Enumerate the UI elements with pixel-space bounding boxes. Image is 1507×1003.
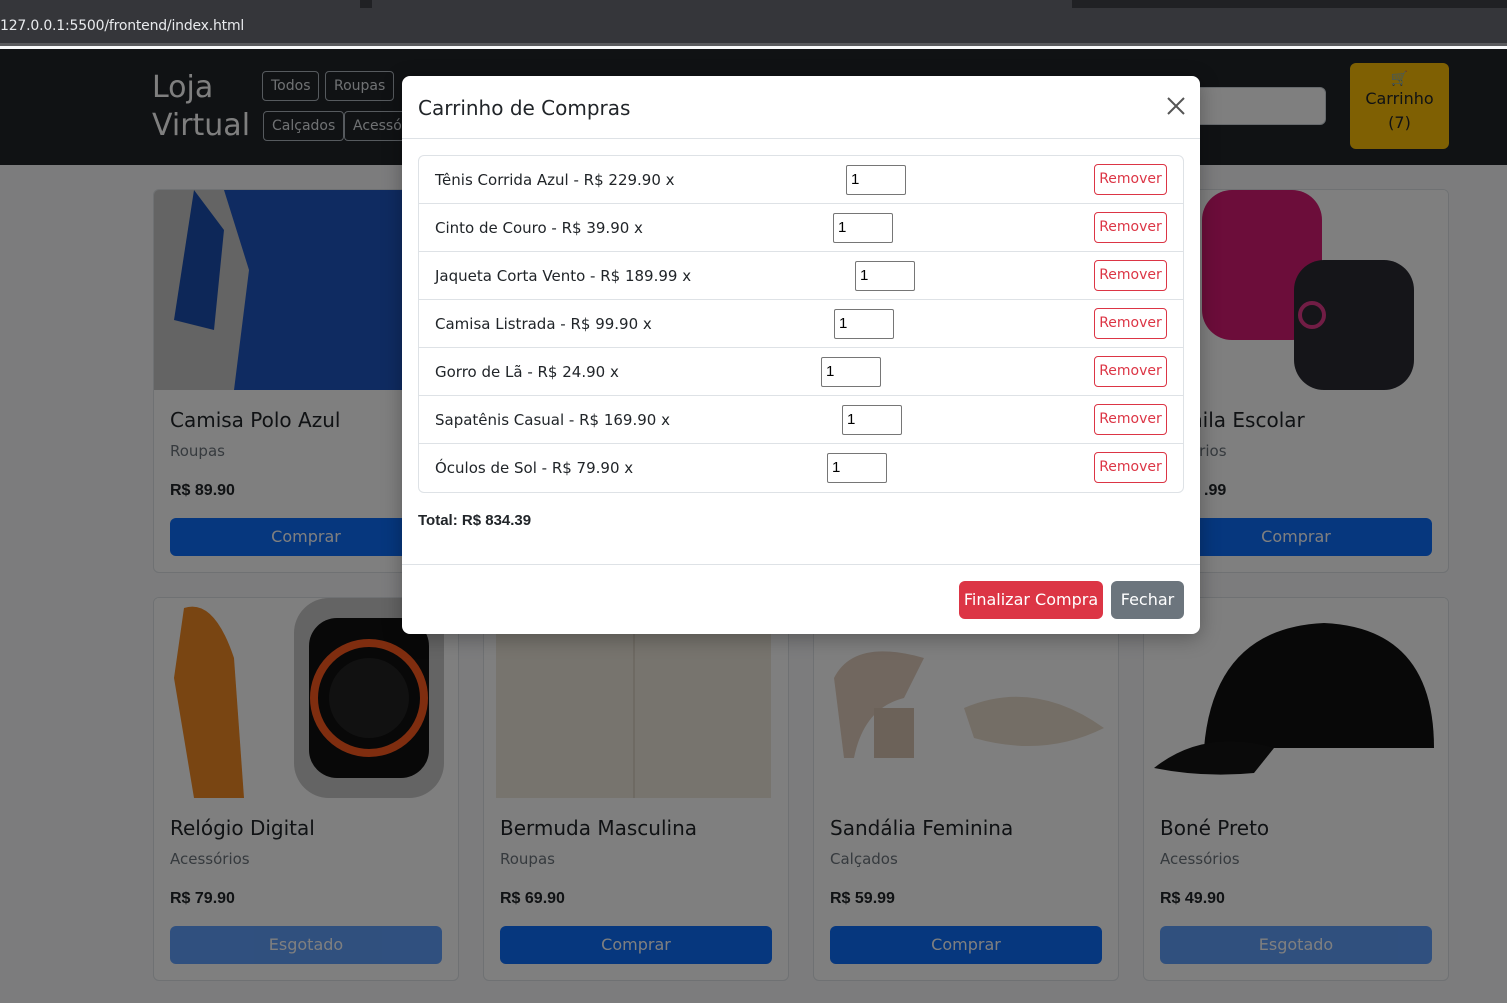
modal-title: Carrinho de Compras	[418, 96, 631, 120]
cart-item: Tênis Corrida Azul - R$ 229.90 x 1 Remov…	[419, 156, 1183, 204]
cart-modal: Carrinho de Compras Tênis Corrida Azul -…	[402, 76, 1200, 634]
quantity-input[interactable]: 1	[833, 213, 893, 243]
cart-item-list: Tênis Corrida Azul - R$ 229.90 x 1 Remov…	[418, 155, 1184, 493]
quantity-input[interactable]: 1	[821, 357, 881, 387]
url-text[interactable]: 127.0.0.1:5500/frontend/index.html	[0, 18, 244, 34]
quantity-input[interactable]: 1	[834, 309, 894, 339]
cart-item-label: Óculos de Sol - R$ 79.90 x	[435, 459, 634, 477]
cart-item-label: Sapatênis Casual - R$ 169.90 x	[435, 411, 670, 429]
cart-total: Total: R$ 834.39	[418, 512, 532, 529]
close-button[interactable]: Fechar	[1111, 581, 1184, 619]
cart-item: Camisa Listrada - R$ 99.90 x 1 Remover	[419, 300, 1183, 348]
checkout-button[interactable]: Finalizar Compra	[959, 581, 1103, 619]
remove-button[interactable]: Remover	[1094, 308, 1167, 339]
address-bar[interactable]: 127.0.0.1:5500/frontend/index.html	[0, 8, 1507, 46]
cart-item: Jaqueta Corta Vento - R$ 189.99 x 1 Remo…	[419, 252, 1183, 300]
modal-header: Carrinho de Compras	[402, 76, 1200, 139]
cart-item-label: Cinto de Couro - R$ 39.90 x	[435, 219, 643, 237]
remove-button[interactable]: Remover	[1094, 260, 1167, 291]
cart-item: Cinto de Couro - R$ 39.90 x 1 Remover	[419, 204, 1183, 252]
cart-item-label: Tênis Corrida Azul - R$ 229.90 x	[435, 171, 675, 189]
cart-item: Sapatênis Casual - R$ 169.90 x 1 Remover	[419, 396, 1183, 444]
cart-item-label: Jaqueta Corta Vento - R$ 189.99 x	[435, 267, 692, 285]
browser-tabstrip	[0, 0, 1507, 8]
remove-button[interactable]: Remover	[1094, 212, 1167, 243]
modal-footer: Finalizar Compra Fechar	[402, 564, 1200, 634]
quantity-input[interactable]: 1	[846, 165, 906, 195]
quantity-input[interactable]: 1	[842, 405, 902, 435]
browser-tab[interactable]	[0, 0, 360, 8]
close-icon[interactable]	[1164, 94, 1188, 118]
cart-item: Óculos de Sol - R$ 79.90 x 1 Remover	[419, 444, 1183, 492]
cart-item-label: Gorro de Lã - R$ 24.90 x	[435, 363, 619, 381]
browser-tab[interactable]	[372, 0, 1072, 8]
quantity-input[interactable]: 1	[827, 453, 887, 483]
remove-button[interactable]: Remover	[1094, 356, 1167, 387]
cart-item-label: Camisa Listrada - R$ 99.90 x	[435, 315, 652, 333]
remove-button[interactable]: Remover	[1094, 452, 1167, 483]
cart-item: Gorro de Lã - R$ 24.90 x 1 Remover	[419, 348, 1183, 396]
quantity-input[interactable]: 1	[855, 261, 915, 291]
remove-button[interactable]: Remover	[1094, 164, 1167, 195]
remove-button[interactable]: Remover	[1094, 404, 1167, 435]
